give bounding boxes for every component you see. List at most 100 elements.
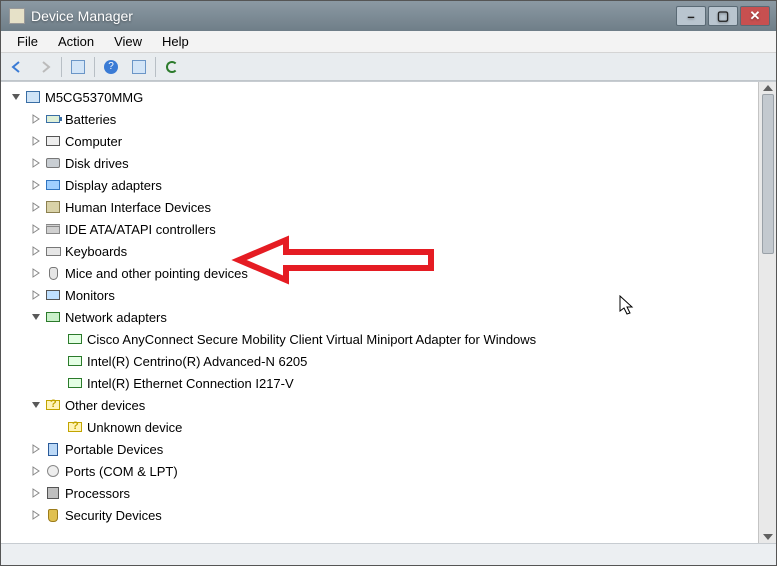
expand-toggle[interactable] bbox=[29, 266, 43, 280]
toolbar: ? bbox=[1, 53, 776, 81]
tree-item-ports[interactable]: Ports (COM & LPT) bbox=[5, 460, 758, 482]
show-tree-button[interactable] bbox=[66, 56, 90, 78]
titlebar[interactable]: Device Manager – ▢ ✕ bbox=[1, 1, 776, 31]
tree-child-item[interactable]: Intel(R) Ethernet Connection I217-V bbox=[5, 372, 758, 394]
tree-child-label: Intel(R) Centrino(R) Advanced-N 6205 bbox=[87, 354, 313, 369]
tree-item-label: Display adapters bbox=[65, 178, 168, 193]
expand-toggle[interactable] bbox=[9, 90, 23, 104]
cpu-icon bbox=[45, 485, 61, 501]
tree-child-item[interactable]: Unknown device bbox=[5, 416, 758, 438]
tree-child-label: Intel(R) Ethernet Connection I217-V bbox=[87, 376, 300, 391]
help-icon: ? bbox=[104, 60, 118, 74]
tree-item-label: Batteries bbox=[65, 112, 122, 127]
scroll-up-icon[interactable] bbox=[763, 85, 773, 91]
menu-view[interactable]: View bbox=[104, 32, 152, 51]
scan-button[interactable] bbox=[160, 56, 184, 78]
window-title: Device Manager bbox=[31, 8, 133, 24]
menu-action[interactable]: Action bbox=[48, 32, 104, 51]
tree-root[interactable]: M5CG5370MMG bbox=[5, 86, 758, 108]
device-tree[interactable]: M5CG5370MMG Batteries Computer Disk drives… bbox=[1, 82, 758, 543]
properties-button[interactable] bbox=[127, 56, 151, 78]
forward-arrow-icon bbox=[37, 60, 53, 74]
keyboard-icon bbox=[45, 243, 61, 259]
display-icon bbox=[45, 177, 61, 193]
computer-root-icon bbox=[25, 89, 41, 105]
tree-item-label: Computer bbox=[65, 134, 128, 149]
expand-toggle[interactable] bbox=[29, 222, 43, 236]
tree-item-label: Portable Devices bbox=[65, 442, 169, 457]
statusbar bbox=[1, 543, 776, 565]
scroll-down-icon[interactable] bbox=[763, 534, 773, 540]
tree-item-display[interactable]: Display adapters bbox=[5, 174, 758, 196]
tree-child-item[interactable]: Cisco AnyConnect Secure Mobility Client … bbox=[5, 328, 758, 350]
tree-child-label: Unknown device bbox=[87, 420, 188, 435]
tree-item-cpu[interactable]: Processors bbox=[5, 482, 758, 504]
ide-icon bbox=[45, 221, 61, 237]
expand-toggle[interactable] bbox=[29, 200, 43, 214]
network-icon bbox=[45, 309, 61, 325]
tree-item-usb[interactable]: Human Interface Devices bbox=[5, 196, 758, 218]
tree-item-portable[interactable]: Portable Devices bbox=[5, 438, 758, 460]
vertical-scrollbar[interactable] bbox=[758, 82, 776, 543]
nic-icon bbox=[67, 353, 83, 369]
mouse-icon bbox=[45, 265, 61, 281]
expand-toggle[interactable] bbox=[29, 310, 43, 324]
expand-toggle[interactable] bbox=[29, 134, 43, 148]
close-button[interactable]: ✕ bbox=[740, 6, 770, 26]
ports-icon bbox=[45, 463, 61, 479]
tree-child-label: Cisco AnyConnect Secure Mobility Client … bbox=[87, 332, 542, 347]
expand-toggle[interactable] bbox=[29, 112, 43, 126]
expand-toggle[interactable] bbox=[29, 486, 43, 500]
tree-item-network[interactable]: Network adapters bbox=[5, 306, 758, 328]
portable-icon bbox=[45, 441, 61, 457]
monitor-icon bbox=[45, 287, 61, 303]
help-button[interactable]: ? bbox=[99, 56, 123, 78]
tree-item-mouse[interactable]: Mice and other pointing devices bbox=[5, 262, 758, 284]
menubar: File Action View Help bbox=[1, 31, 776, 53]
computer-icon bbox=[45, 133, 61, 149]
toolbar-separator bbox=[61, 57, 62, 77]
expand-toggle[interactable] bbox=[29, 288, 43, 302]
expand-toggle[interactable] bbox=[29, 156, 43, 170]
tree-item-label: Human Interface Devices bbox=[65, 200, 217, 215]
unknown-cat-icon bbox=[45, 397, 61, 413]
toolbar-separator bbox=[94, 57, 95, 77]
expand-toggle[interactable] bbox=[29, 244, 43, 258]
tree-item-drive[interactable]: Disk drives bbox=[5, 152, 758, 174]
menu-help[interactable]: Help bbox=[152, 32, 199, 51]
back-button[interactable] bbox=[5, 56, 29, 78]
forward-button[interactable] bbox=[33, 56, 57, 78]
maximize-button[interactable]: ▢ bbox=[708, 6, 738, 26]
unknown-icon bbox=[67, 419, 83, 435]
minimize-button[interactable]: – bbox=[676, 6, 706, 26]
tree-item-computer[interactable]: Computer bbox=[5, 130, 758, 152]
root-label: M5CG5370MMG bbox=[45, 90, 149, 105]
battery-icon bbox=[45, 111, 61, 127]
tree-item-battery[interactable]: Batteries bbox=[5, 108, 758, 130]
tree-child-item[interactable]: Intel(R) Centrino(R) Advanced-N 6205 bbox=[5, 350, 758, 372]
menu-file[interactable]: File bbox=[7, 32, 48, 51]
tree-item-keyboard[interactable]: Keyboards bbox=[5, 240, 758, 262]
expand-toggle[interactable] bbox=[29, 464, 43, 478]
tree-item-ide[interactable]: IDE ATA/ATAPI controllers bbox=[5, 218, 758, 240]
tree-item-label: Ports (COM & LPT) bbox=[65, 464, 184, 479]
tree-item-label: Other devices bbox=[65, 398, 151, 413]
tree-item-monitor[interactable]: Monitors bbox=[5, 284, 758, 306]
content-area: M5CG5370MMG Batteries Computer Disk drives… bbox=[1, 81, 776, 543]
security-icon bbox=[45, 507, 61, 523]
scroll-thumb[interactable] bbox=[762, 94, 774, 254]
usb-icon bbox=[45, 199, 61, 215]
app-icon bbox=[9, 8, 25, 24]
scan-icon bbox=[165, 60, 179, 74]
tree-item-label: Security Devices bbox=[65, 508, 168, 523]
toolbar-separator bbox=[155, 57, 156, 77]
properties-icon bbox=[132, 60, 146, 74]
expand-toggle[interactable] bbox=[29, 178, 43, 192]
expand-toggle[interactable] bbox=[29, 508, 43, 522]
expand-toggle[interactable] bbox=[29, 398, 43, 412]
tree-icon bbox=[71, 60, 85, 74]
tree-item-unknown-cat[interactable]: Other devices bbox=[5, 394, 758, 416]
nic-icon bbox=[67, 375, 83, 391]
tree-item-security[interactable]: Security Devices bbox=[5, 504, 758, 526]
expand-toggle[interactable] bbox=[29, 442, 43, 456]
